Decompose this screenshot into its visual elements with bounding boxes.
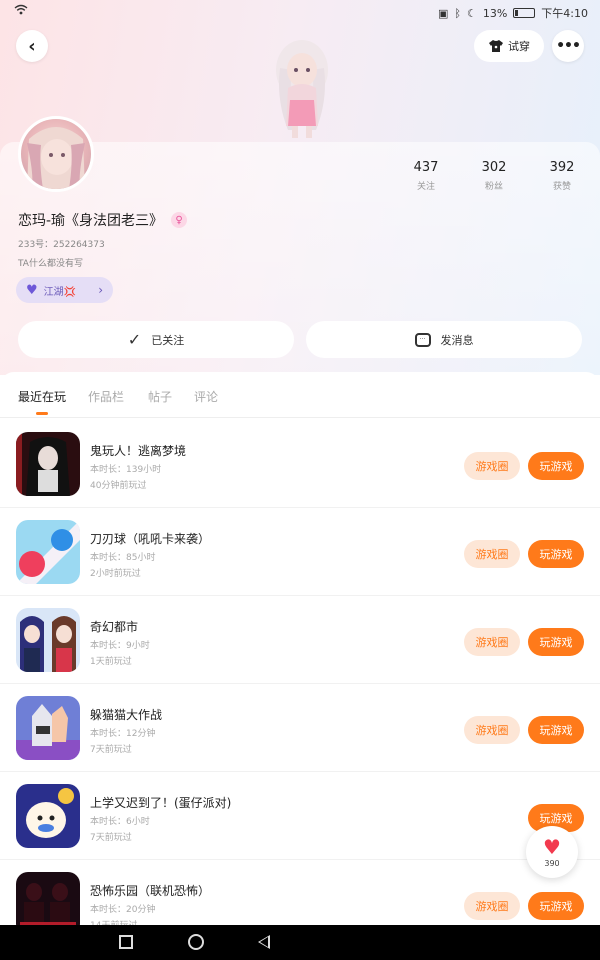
send-message-label: 发消息 [440, 333, 474, 347]
like-button[interactable]: ♥ 390 [526, 826, 578, 878]
play-game-button[interactable]: 玩游戏 [528, 892, 584, 920]
game-circle-button[interactable]: 游戏圈 [464, 452, 520, 480]
list-item[interactable]: 刀刃球（吼吼卡来袭） 本时长：85小时 2小时前玩过 游戏圈 玩游戏 [0, 508, 600, 596]
recent-apps-icon[interactable] [119, 935, 133, 949]
back-button[interactable]: ‹ [16, 30, 48, 62]
game-last-played: 7天前玩过 [90, 745, 132, 755]
game-icon [16, 608, 80, 672]
game-last-played: 2小时前玩过 [90, 569, 141, 579]
purple-heart-icon: ♥ [26, 282, 38, 298]
tab-works[interactable]: 作品栏 [88, 388, 124, 405]
tab-comments[interactable]: 评论 [194, 388, 218, 405]
game-duration: 本时长：12分钟 [90, 729, 156, 739]
list-item[interactable]: 躲猫猫大作战 本时长：12分钟 7天前玩过 游戏圈 玩游戏 [0, 684, 600, 772]
game-duration: 本时长：20分钟 [90, 905, 156, 915]
game-circle-button[interactable]: 游戏圈 [464, 628, 520, 656]
game-last-played: 1天前玩过 [90, 657, 132, 667]
game-icon [16, 432, 80, 496]
followed-button[interactable]: ✓ 已关注 [18, 321, 294, 358]
game-duration: 本时长：85小时 [90, 553, 156, 563]
nickname-row: 恋玛-瑜《身法团老三》 ♀ [18, 210, 188, 230]
list-item[interactable]: 上学又迟到了！(蛋仔派对) 本时长：6小时 7天前玩过 玩游戏 [0, 772, 600, 860]
game-title: 刀刃球（吼吼卡来袭） [90, 532, 211, 546]
game-circle-button[interactable]: 游戏圈 [464, 716, 520, 744]
avatar[interactable] [18, 116, 94, 192]
tab-recent[interactable]: 最近在玩 [18, 388, 66, 405]
bluetooth-icon: ᛒ [454, 6, 461, 20]
play-game-button[interactable]: 玩游戏 [528, 452, 584, 480]
try-on-button[interactable]: 试穿 [474, 30, 544, 62]
game-duration: 本时长：9小时 [90, 641, 150, 651]
medal-badge[interactable]: ♥ 江湖💢 › [16, 277, 113, 303]
game-title: 躲猫猫大作战 [90, 708, 163, 722]
chevron-left-icon: ‹ [28, 35, 36, 57]
game-duration: 本时长：6小时 [90, 817, 150, 827]
game-circle-button[interactable]: 游戏圈 [464, 540, 520, 568]
game-title: 恐怖乐园（联机恐怖） [90, 884, 211, 898]
game-icon [16, 784, 80, 848]
female-icon: ♀ [171, 212, 188, 228]
play-game-button[interactable]: 玩游戏 [528, 540, 584, 568]
stat-followers[interactable]: 302 粉丝 [464, 160, 524, 192]
stat-label: 获赞 [552, 182, 571, 192]
game-icon [16, 520, 80, 584]
bio: TA什么都没有写 [18, 259, 83, 269]
heart-icon: ♥ [543, 834, 561, 859]
active-tab-indicator [36, 412, 48, 415]
check-icon: ✓ [127, 330, 142, 349]
sim-icon: ▣ [437, 6, 449, 20]
nickname: 恋玛-瑜《身法团老三》 [18, 213, 164, 229]
game-title: 鬼玩人！逃离梦境 [90, 444, 187, 458]
game-last-played: 7天前玩过 [90, 833, 132, 843]
game-duration: 本时长：139小时 [90, 465, 162, 475]
send-message-button[interactable]: ··· 发消息 [306, 321, 582, 358]
like-count: 390 [544, 858, 560, 868]
stat-value: 392 [549, 160, 575, 175]
try-on-label: 试穿 [508, 40, 530, 53]
tab-bar: 最近在玩 作品栏 帖子 评论 [0, 372, 600, 418]
game-title: 上学又迟到了！(蛋仔派对) [90, 796, 232, 810]
list-item[interactable]: 奇幻都市 本时长：9小时 1天前玩过 游戏圈 玩游戏 [0, 596, 600, 684]
character-figure[interactable] [266, 30, 338, 142]
more-dots-icon: ••• [556, 38, 581, 54]
stat-value: 437 [413, 160, 439, 175]
chat-icon: ··· [414, 332, 431, 347]
tab-posts[interactable]: 帖子 [148, 388, 172, 405]
home-icon[interactable] [188, 934, 204, 950]
stat-value: 302 [481, 160, 507, 175]
medal-label: 江湖💢 [43, 286, 77, 298]
game-icon [16, 696, 80, 760]
stat-label: 粉丝 [484, 182, 503, 192]
play-game-button[interactable]: 玩游戏 [528, 628, 584, 656]
user-id: 233号：252264373 [18, 240, 105, 250]
battery-percent: 13% [482, 6, 508, 20]
game-last-played: 40分钟前玩过 [90, 481, 147, 491]
stat-following[interactable]: 437 关注 [396, 160, 456, 192]
wifi-icon [14, 4, 28, 18]
play-game-button[interactable]: 玩游戏 [528, 716, 584, 744]
game-circle-button[interactable]: 游戏圈 [464, 892, 520, 920]
avatar-image [27, 127, 85, 189]
stat-likes[interactable]: 392 获赞 [532, 160, 592, 192]
system-nav-bar [0, 925, 600, 960]
moon-icon: ☾ [466, 6, 477, 20]
list-item[interactable]: 鬼玩人！逃离梦境 本时长：139小时 40分钟前玩过 游戏圈 玩游戏 [0, 420, 600, 508]
clock: 下午4:10 [541, 7, 588, 20]
stat-label: 关注 [416, 182, 435, 192]
chevron-right-icon: › [98, 283, 103, 297]
game-title: 奇幻都市 [90, 620, 139, 634]
battery-icon [513, 8, 536, 18]
status-bar: ▣ ᛒ ☾ 13% 下午4:10 [0, 0, 600, 24]
followed-label: 已关注 [151, 333, 185, 347]
more-button[interactable]: ••• [552, 30, 584, 62]
shirt-icon [489, 40, 503, 52]
back-triangle-icon[interactable] [258, 935, 270, 949]
